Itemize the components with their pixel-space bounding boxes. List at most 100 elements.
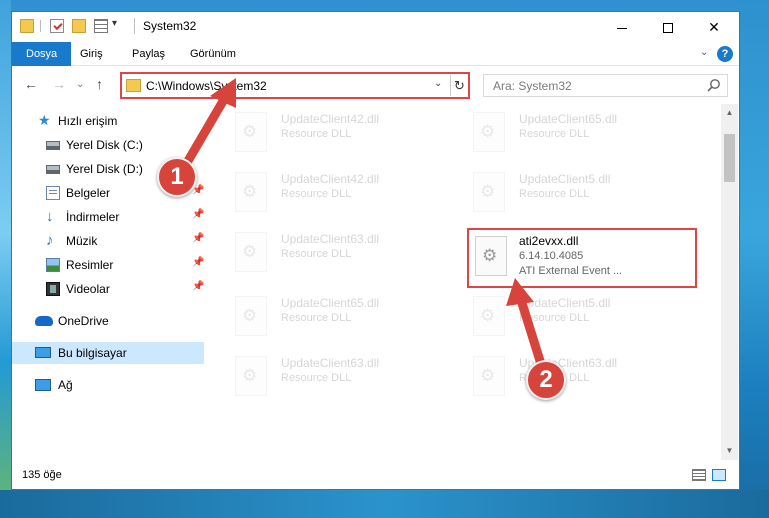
sidebar-item-downloads[interactable]: ↓ İndirmeler 📌 (12, 206, 204, 228)
file-name: UpdateClient5.dll (519, 296, 611, 310)
file-item[interactable]: UpdateClient5.dll Resource DLL (447, 168, 667, 222)
file-item[interactable]: UpdateClient42.dll Resource DLL (209, 168, 429, 222)
sidebar-item-label: İndirmeler (66, 210, 120, 224)
file-list: UpdateClient42.dll Resource DLL UpdateCl… (209, 104, 719, 460)
address-dropdown-icon[interactable]: ⌄ (434, 78, 442, 89)
file-explorer-window: ▾ System32 ✕ Dosya Giriş Paylaş Görünüm … (11, 11, 740, 490)
folder-icon[interactable] (20, 19, 34, 33)
file-description: Resource DLL (281, 128, 352, 140)
desktop-background-bottom (0, 490, 769, 518)
recent-locations-icon[interactable]: ⌄ (76, 79, 84, 90)
dll-file-icon (235, 356, 267, 396)
status-bar: 135 öğe (12, 462, 739, 489)
star-icon: ★ (38, 112, 51, 128)
dll-file-icon (473, 356, 505, 396)
target-file-item[interactable]: ati2evxx.dll 6.14.10.4085 ATI External E… (467, 228, 697, 288)
dll-file-icon (235, 232, 267, 272)
sidebar-item-label: OneDrive (58, 314, 109, 328)
file-item[interactable]: UpdateClient5.dll Resource DLL (447, 292, 667, 346)
file-item[interactable]: UpdateClient63.dll Resource DLL (209, 352, 429, 406)
file-name: ati2evxx.dll (519, 234, 579, 248)
details-view-icon[interactable] (692, 469, 706, 481)
new-folder-icon[interactable] (72, 19, 86, 33)
file-name: UpdateClient5.dll (519, 172, 611, 186)
file-description: Resource DLL (281, 188, 352, 200)
tab-home[interactable]: Giriş (68, 42, 115, 66)
search-icon[interactable] (706, 78, 721, 93)
dll-file-icon (473, 172, 505, 212)
dll-file-icon (473, 296, 505, 336)
file-description: Resource DLL (281, 372, 352, 384)
sidebar-item-quick-access[interactable]: ★ Hızlı erişim (12, 110, 204, 132)
pin-icon[interactable]: 📌 (192, 209, 204, 220)
pin-icon[interactable]: 📌 (192, 233, 204, 244)
navigation-bar: ← → ⌄ ↑ C:\Windows\System32 ⌄ ↻ Ara: Sys… (12, 67, 739, 103)
sidebar-item-pictures[interactable]: Resimler 📌 (12, 254, 204, 276)
file-description: Resource DLL (519, 312, 590, 324)
title-separator (134, 18, 135, 34)
scroll-up-icon[interactable]: ▲ (721, 106, 738, 120)
music-icon: ♪ (46, 232, 54, 249)
maximize-button[interactable] (645, 12, 691, 42)
back-arrow-icon[interactable]: ← (24, 76, 38, 92)
refresh-icon[interactable]: ↻ (450, 75, 468, 96)
file-item[interactable]: UpdateClient42.dll Resource DLL (209, 108, 429, 162)
quick-access-dropdown-icon[interactable]: ▾ (112, 18, 117, 29)
address-path[interactable]: C:\Windows\System32 (146, 79, 267, 93)
search-box[interactable]: Ara: System32 (483, 74, 728, 97)
large-icons-view-icon[interactable] (712, 469, 726, 481)
step-2-badge: 2 (526, 360, 566, 400)
file-item[interactable]: UpdateClient63.dll Resource DLL (209, 228, 429, 282)
file-name: UpdateClient42.dll (281, 112, 380, 126)
search-placeholder[interactable]: Ara: System32 (493, 79, 572, 93)
sidebar-item-local-disk-c[interactable]: Yerel Disk (C:) (12, 134, 204, 156)
sidebar-item-network[interactable]: Ağ (12, 374, 204, 396)
file-name: UpdateClient42.dll (281, 172, 380, 186)
file-name: UpdateClient65.dll (519, 112, 618, 126)
dll-file-icon (235, 296, 267, 336)
window-title: System32 (143, 19, 197, 33)
network-icon (35, 379, 51, 391)
item-count: 135 öğe (22, 469, 62, 481)
sidebar-item-onedrive[interactable]: OneDrive (12, 310, 204, 332)
tab-file[interactable]: Dosya (12, 42, 72, 66)
quick-access-separator (40, 20, 41, 32)
forward-arrow-icon[interactable]: → (52, 76, 66, 92)
properties-icon[interactable] (50, 19, 64, 33)
sidebar-item-this-pc[interactable]: Bu bilgisayar (12, 342, 204, 364)
file-description: Resource DLL (281, 248, 352, 260)
file-item[interactable]: UpdateClient65.dll Resource DLL (447, 108, 667, 162)
sidebar-item-music[interactable]: ♪ Müzik 📌 (12, 230, 204, 252)
close-button[interactable]: ✕ (691, 12, 737, 42)
sidebar-item-label: Resimler (66, 258, 114, 272)
pin-icon[interactable]: 📌 (192, 281, 204, 292)
tab-view[interactable]: Görünüm (178, 42, 248, 66)
up-arrow-icon[interactable]: ↑ (96, 76, 103, 92)
scrollbar-thumb[interactable] (724, 134, 735, 182)
view-icon[interactable] (94, 19, 108, 33)
sidebar-item-label: Bu bilgisayar (58, 346, 127, 360)
sidebar-item-label: Yerel Disk (D:) (66, 162, 143, 176)
close-icon: ✕ (708, 19, 720, 35)
file-description: Resource DLL (281, 312, 352, 324)
minimize-button[interactable] (599, 12, 645, 42)
sidebar-item-label: Belgeler (66, 186, 111, 200)
onedrive-cloud-icon (35, 316, 53, 326)
file-description: ATI External Event ... (519, 265, 623, 277)
pictures-icon (46, 258, 60, 272)
file-item[interactable]: UpdateClient65.dll Resource DLL (209, 292, 429, 346)
vertical-scrollbar[interactable]: ▲ ▼ (721, 104, 738, 460)
documents-icon (46, 186, 60, 200)
pin-icon[interactable]: 📌 (192, 257, 204, 268)
help-icon[interactable]: ? (717, 46, 733, 62)
sidebar-item-videos[interactable]: Videolar 📌 (12, 278, 204, 300)
ribbon-expand-icon[interactable]: ⌄ (700, 47, 708, 58)
tab-share[interactable]: Paylaş (120, 42, 177, 66)
scroll-down-icon[interactable]: ▼ (721, 444, 738, 458)
file-name: UpdateClient65.dll (281, 296, 380, 310)
computer-icon (35, 347, 51, 358)
download-icon: ↓ (46, 208, 54, 225)
title-bar: ▾ System32 ✕ (12, 12, 739, 42)
file-version: 6.14.10.4085 (519, 250, 584, 262)
address-bar[interactable]: C:\Windows\System32 ⌄ ↻ (120, 72, 470, 99)
